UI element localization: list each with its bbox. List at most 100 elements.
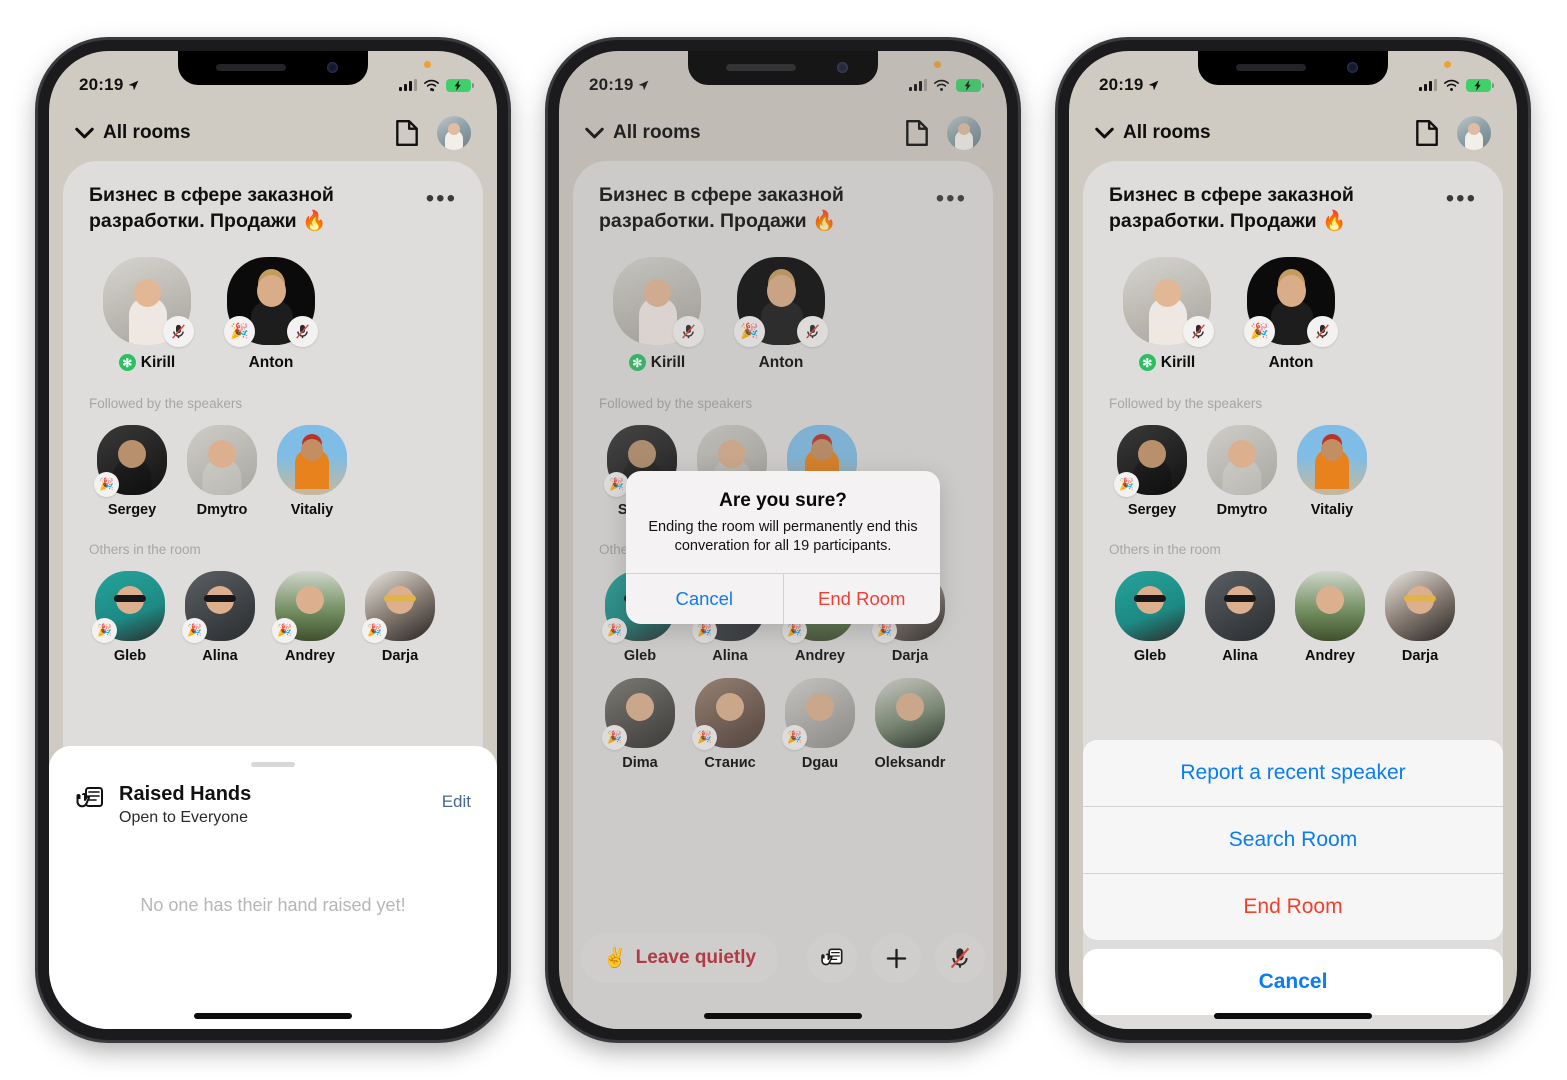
profile-avatar[interactable] — [437, 116, 471, 150]
header-actions — [395, 116, 471, 150]
speakers-list: ✻ Kirill 🎉 Anton — [1109, 256, 1477, 372]
person-name: Dmytro — [196, 501, 248, 518]
speaker-name: Kirill — [140, 353, 176, 371]
list-item[interactable]: 🎉 Sergey — [1114, 424, 1189, 518]
empty-state-text: No one has their hand raised yet! — [140, 895, 406, 915]
speaker-kirill[interactable]: ✻ Kirill — [1121, 256, 1214, 372]
ellipsis-icon[interactable]: ••• — [426, 183, 457, 210]
status-icons — [1419, 78, 1494, 92]
status-icons — [399, 78, 474, 92]
action-sheet-group: Report a recent speaker Search Room End … — [1083, 740, 1503, 940]
action-search-room[interactable]: Search Room — [1083, 807, 1503, 874]
notch — [178, 51, 368, 85]
battery-charging-icon — [1466, 78, 1494, 92]
raised-hand-icon — [76, 787, 103, 808]
action-report-speaker[interactable]: Report a recent speaker — [1083, 740, 1503, 807]
leave-quietly-label: Leave quietly — [635, 947, 757, 968]
document-icon[interactable] — [395, 119, 419, 147]
mic-muted-icon — [1183, 315, 1214, 347]
list-item[interactable]: 🎉 Andrey — [272, 570, 347, 664]
reaction-badge: 🎉 — [182, 617, 207, 643]
list-item[interactable]: 🎉 Darja — [362, 570, 437, 664]
others-section-label: Others in the room — [89, 541, 201, 557]
room-title: Бизнес в сфере заказной разработки. Прод… — [89, 184, 334, 232]
list-item[interactable]: Dmytro — [185, 424, 259, 518]
add-people-button[interactable] — [871, 933, 921, 983]
front-camera — [327, 62, 338, 73]
speaker-name: Anton — [248, 353, 294, 371]
raise-hand-button[interactable] — [807, 933, 857, 983]
action-end-room[interactable]: End Room — [1083, 874, 1503, 940]
person-name: Alina — [202, 647, 238, 664]
phone-1-screen: 20:19 All rooms Бизнес в сфере заказной … — [49, 51, 497, 1029]
action-sheet-cancel-button[interactable]: Cancel — [1083, 949, 1503, 1015]
person-name: Dmytro — [1216, 501, 1268, 518]
status-time-group: 20:19 — [1099, 75, 1160, 95]
room-title-row: Бизнес в сфере заказной разработки. Прод… — [1109, 183, 1477, 235]
notch — [1198, 51, 1388, 85]
sheet-header: Raised Hands Open to Everyone Edit — [75, 783, 471, 827]
bottom-toolbar: ✌️ Leave quietly — [559, 933, 1007, 983]
alert-cancel-button[interactable]: Cancel — [626, 574, 784, 625]
followed-list: 🎉 Sergey Dmytro Vitaliy — [1109, 424, 1477, 518]
header-actions — [1415, 116, 1491, 150]
screenshot-stage: 20:19 All rooms Бизнес в сфере заказной … — [0, 0, 1567, 1080]
raised-hand-icon — [820, 948, 842, 965]
list-item[interactable]: 🎉 Gleb — [92, 570, 167, 664]
profile-avatar[interactable] — [1457, 116, 1491, 150]
person-name: Andrey — [1305, 647, 1355, 664]
peace-hand-emoji: ✌️ — [603, 948, 627, 969]
all-rooms-button[interactable]: All rooms — [1095, 122, 1211, 144]
document-icon[interactable] — [1415, 119, 1439, 147]
alert-end-room-button[interactable]: End Room — [784, 574, 941, 624]
status-time: 20:19 — [79, 75, 124, 94]
alert-title: Are you sure? — [719, 490, 847, 511]
list-item[interactable]: Vitaliy — [1295, 424, 1369, 518]
home-indicator[interactable] — [1214, 1013, 1372, 1019]
person-name: Vitaliy — [290, 501, 334, 518]
list-item[interactable]: Dmytro — [1205, 424, 1279, 518]
mic-muted-icon — [950, 947, 970, 969]
reaction-badge: 🎉 — [362, 617, 387, 643]
all-rooms-label: All rooms — [103, 122, 191, 143]
speaker-name: Kirill — [1160, 353, 1196, 371]
others-section-label: Others in the room — [1109, 541, 1221, 557]
app-header: All rooms — [1069, 105, 1517, 161]
reaction-badge: 🎉 — [92, 617, 117, 643]
front-camera — [1347, 62, 1358, 73]
list-item[interactable]: Gleb — [1113, 570, 1187, 664]
leave-quietly-button[interactable]: ✌️ Leave quietly — [581, 933, 779, 983]
room-options-action-sheet: Report a recent speaker Search Room End … — [1083, 740, 1503, 1015]
list-item[interactable]: Vitaliy — [275, 424, 349, 518]
speaker-anton[interactable]: 🎉 Anton — [224, 256, 318, 372]
mic-muted-icon — [163, 315, 194, 347]
mute-toggle-button[interactable] — [935, 933, 985, 983]
ellipsis-icon[interactable]: ••• — [1446, 183, 1477, 210]
phone-1: 20:19 All rooms Бизнес в сфере заказной … — [38, 40, 508, 1040]
speaker-kirill[interactable]: ✻ Kirill — [101, 256, 194, 372]
list-item[interactable]: 🎉 Sergey — [94, 424, 169, 518]
speaker-name: Anton — [1268, 353, 1314, 371]
all-rooms-button[interactable]: All rooms — [75, 122, 191, 144]
reaction-badge: 🎉 — [1244, 315, 1275, 347]
reaction-badge: 🎉 — [272, 617, 297, 643]
list-item[interactable]: Andrey — [1293, 570, 1367, 664]
speaker-anton[interactable]: 🎉 Anton — [1244, 256, 1338, 372]
earpiece-speaker — [1236, 64, 1306, 71]
phone-2-screen: 20:19 All rooms Бизнес в сфере заказной … — [559, 51, 1007, 1029]
list-item[interactable]: Alina — [1203, 570, 1277, 664]
list-item[interactable]: 🎉 Alina — [182, 570, 257, 664]
sheet-grabber[interactable] — [251, 762, 295, 767]
others-list-row-1: 🎉 Gleb 🎉 Alina 🎉 Andrey 🎉 Darja — [89, 570, 457, 664]
person-name: Alina — [1222, 647, 1258, 664]
reaction-badge: 🎉 — [224, 315, 255, 347]
home-indicator[interactable] — [194, 1013, 352, 1019]
status-time: 20:19 — [1099, 75, 1144, 94]
phone-3: 20:19 All rooms Бизнес в сфере заказной … — [1058, 40, 1528, 1040]
end-room-alert: Are you sure? Ending the room will perma… — [626, 471, 941, 625]
edit-button[interactable]: Edit — [442, 783, 471, 812]
alert-body: Are you sure? Ending the room will perma… — [626, 471, 940, 573]
wifi-icon — [424, 79, 439, 91]
list-item[interactable]: Darja — [1383, 570, 1457, 664]
home-indicator[interactable] — [704, 1013, 862, 1019]
